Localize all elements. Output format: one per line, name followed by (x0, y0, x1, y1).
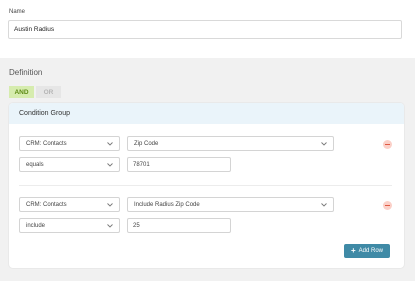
condition-1-operator-select[interactable]: equals (19, 157, 120, 172)
condition-2-remove-icon[interactable] (383, 201, 392, 210)
chevron-down-icon (106, 161, 114, 169)
chevron-down-icon (320, 201, 328, 209)
condition-1-source-value: CRM: Contacts (26, 140, 67, 147)
condition-2-source-value: CRM: Contacts (26, 201, 67, 208)
condition-group-header: Condition Group (9, 103, 404, 124)
chevron-down-icon (320, 140, 328, 148)
or-toggle-button[interactable]: OR (36, 86, 61, 98)
condition-2-field-select[interactable]: Include Radius Zip Code (127, 197, 334, 212)
condition-2-field-value: Include Radius Zip Code (134, 201, 200, 208)
add-row-button[interactable]: + Add Row (344, 244, 390, 258)
chevron-down-icon (106, 222, 114, 230)
condition-1-operator-value: equals (26, 161, 44, 168)
chevron-down-icon (106, 201, 114, 209)
plus-icon: + (350, 246, 356, 255)
definition-title: Definition (9, 68, 43, 77)
name-input[interactable] (8, 20, 402, 39)
condition-2-operator-value: include (26, 222, 46, 229)
condition-2-operator-select[interactable]: include (19, 218, 120, 233)
add-row-label: Add Row (358, 248, 384, 254)
condition-1-remove-icon[interactable] (383, 140, 392, 149)
condition-1-value-text: 78701 (133, 161, 150, 168)
chevron-down-icon (106, 140, 114, 148)
condition-1-source-select[interactable]: CRM: Contacts (19, 136, 120, 151)
condition-group-title: Condition Group (19, 110, 70, 117)
name-label: Name (9, 9, 26, 15)
name-section: Name (0, 0, 415, 58)
condition-divider (19, 185, 392, 186)
condition-2-source-select[interactable]: CRM: Contacts (19, 197, 120, 212)
condition-2-value-input[interactable]: 25 (127, 218, 231, 233)
condition-1-field-value: Zip Code (134, 140, 159, 147)
condition-1-field-select[interactable]: Zip Code (127, 136, 334, 151)
condition-1-value-input[interactable]: 78701 (127, 157, 231, 172)
condition-2-value-text: 25 (133, 222, 140, 229)
and-toggle-button[interactable]: AND (9, 86, 34, 98)
